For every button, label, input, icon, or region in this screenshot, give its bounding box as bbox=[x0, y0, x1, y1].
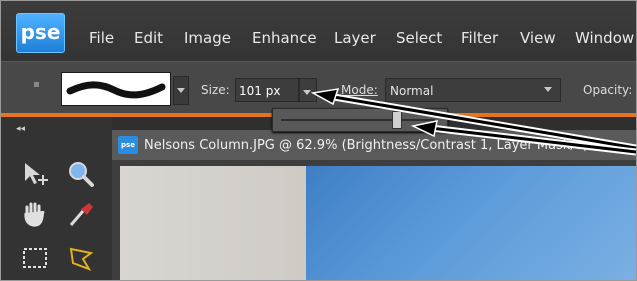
annotation-arrows bbox=[310, 88, 637, 156]
arrow-to-size-dropdown bbox=[310, 88, 637, 152]
